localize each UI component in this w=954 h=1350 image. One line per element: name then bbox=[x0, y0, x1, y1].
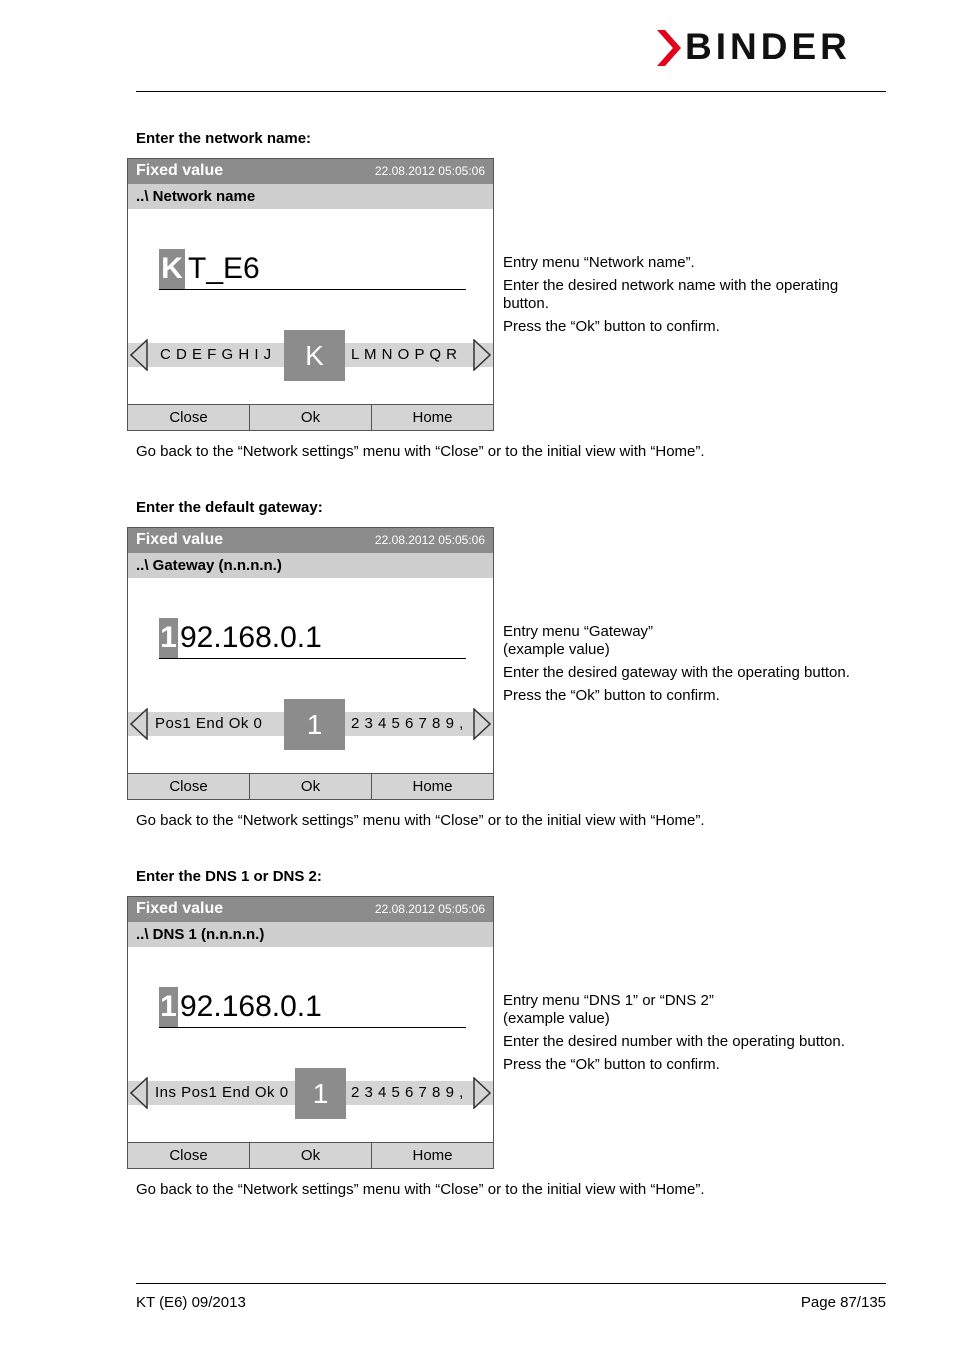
screen-subtitle: ..\ Gateway (n.n.n.n.) bbox=[136, 557, 282, 574]
arrow-right-icon[interactable] bbox=[473, 339, 491, 371]
description-line: Entry menu “DNS 1” or “DNS 2” bbox=[503, 992, 714, 1009]
close-button[interactable]: Close bbox=[128, 405, 250, 430]
screen-title: Fixed value bbox=[136, 531, 224, 548]
controller-screen: Fixed value 22.08.2012 05:05:06 ..\ Netw… bbox=[127, 158, 494, 431]
screen-description: Entry menu “Gateway” (example value) Ent… bbox=[503, 623, 883, 710]
home-button[interactable]: Home bbox=[372, 774, 493, 799]
description-line: Enter the desired network name with the … bbox=[503, 277, 839, 312]
description-line: Press the “Ok” button to confirm. bbox=[503, 1056, 720, 1073]
strip-right-chars: 2 3 4 5 6 7 8 9 , bbox=[351, 1084, 464, 1101]
home-button[interactable]: Home bbox=[372, 1143, 493, 1168]
navigation-note: Go back to the “Network settings” menu w… bbox=[136, 443, 705, 460]
binder-logo-mark-icon bbox=[657, 30, 681, 66]
screen-description: Entry menu “Network name”. Enter the des… bbox=[503, 254, 883, 341]
strip-right-chars: 2 3 4 5 6 7 8 9 , bbox=[351, 715, 464, 732]
strip-left-chars: Pos1 End Ok 0 bbox=[155, 715, 263, 732]
binder-logo: BINDER bbox=[655, 26, 890, 68]
selected-character[interactable]: K bbox=[284, 330, 345, 381]
entry-cursor: K bbox=[159, 249, 185, 289]
document-version: KT (E6) 09/2013 bbox=[136, 1294, 246, 1311]
ok-button[interactable]: Ok bbox=[250, 1143, 372, 1168]
page-number: Page 87/135 bbox=[800, 1294, 886, 1311]
ok-button[interactable]: Ok bbox=[250, 774, 372, 799]
description-line: Press the “Ok” button to confirm. bbox=[503, 318, 720, 335]
entry-value: 92.168.0.1 bbox=[180, 621, 322, 654]
screen-subtitle-bar: ..\ DNS 1 (n.n.n.n.) bbox=[128, 922, 493, 947]
arrow-right-icon[interactable] bbox=[473, 708, 491, 740]
selected-character[interactable]: 1 bbox=[295, 1068, 346, 1119]
footer-rule bbox=[136, 1283, 886, 1284]
controller-screen: Fixed value 22.08.2012 05:05:06 ..\ DNS … bbox=[127, 896, 494, 1169]
screen-button-bar: Close Ok Home bbox=[128, 404, 493, 430]
arrow-left-icon[interactable] bbox=[130, 708, 148, 740]
screen-title-bar: Fixed value 22.08.2012 05:05:06 bbox=[128, 159, 493, 184]
screen-title-bar: Fixed value 22.08.2012 05:05:06 bbox=[128, 897, 493, 922]
strip-left-chars: Ins Pos1 End Ok 0 bbox=[155, 1084, 289, 1101]
close-button[interactable]: Close bbox=[128, 774, 250, 799]
strip-left-chars: C D E F G H I J bbox=[160, 346, 272, 363]
description-line: Entry menu “Gateway” bbox=[503, 623, 654, 640]
brand-name: BINDER bbox=[685, 26, 851, 67]
description-line: (example value) bbox=[503, 641, 610, 658]
arrow-right-icon[interactable] bbox=[473, 1077, 491, 1109]
home-button[interactable]: Home bbox=[372, 405, 493, 430]
description-line: Entry menu “Network name”. bbox=[503, 254, 695, 271]
entry-value: T_E6 bbox=[188, 252, 260, 285]
screen-subtitle: ..\ DNS 1 (n.n.n.n.) bbox=[136, 926, 265, 943]
entry-value: 92.168.0.1 bbox=[180, 990, 322, 1023]
description-line: Enter the desired gateway with the opera… bbox=[503, 664, 850, 681]
navigation-note: Go back to the “Network settings” menu w… bbox=[136, 1181, 705, 1198]
strip-right-chars: L M N O P Q R bbox=[351, 346, 458, 363]
entry-cursor: 1 bbox=[159, 987, 178, 1027]
description-line: Enter the desired number with the operat… bbox=[503, 1033, 845, 1050]
arrow-left-icon[interactable] bbox=[130, 1077, 148, 1109]
screen-subtitle: ..\ Network name bbox=[136, 188, 256, 205]
screen-title: Fixed value bbox=[136, 900, 224, 917]
entry-field[interactable]: 1 92.168.0.1 bbox=[159, 618, 466, 659]
screen-description: Entry menu “DNS 1” or “DNS 2” (example v… bbox=[503, 992, 883, 1079]
screen-datetime: 22.08.2012 05:05:06 bbox=[374, 902, 485, 916]
screen-button-bar: Close Ok Home bbox=[128, 1142, 493, 1168]
ok-button[interactable]: Ok bbox=[250, 405, 372, 430]
entry-field[interactable]: 1 92.168.0.1 bbox=[159, 987, 466, 1028]
description-line: Press the “Ok” button to confirm. bbox=[503, 687, 720, 704]
arrow-left-icon[interactable] bbox=[130, 339, 148, 371]
screen-subtitle-bar: ..\ Gateway (n.n.n.n.) bbox=[128, 553, 493, 578]
navigation-note: Go back to the “Network settings” menu w… bbox=[136, 812, 705, 829]
section-heading: Enter the network name: bbox=[136, 130, 312, 147]
screen-subtitle-bar: ..\ Network name bbox=[128, 184, 493, 209]
screen-datetime: 22.08.2012 05:05:06 bbox=[374, 164, 485, 178]
screen-button-bar: Close Ok Home bbox=[128, 773, 493, 799]
section-heading: Enter the default gateway: bbox=[136, 499, 323, 516]
screen-title: Fixed value bbox=[136, 162, 224, 179]
header-rule bbox=[136, 91, 886, 92]
description-line: (example value) bbox=[503, 1010, 610, 1027]
section-heading: Enter the DNS 1 or DNS 2: bbox=[136, 868, 322, 885]
screen-datetime: 22.08.2012 05:05:06 bbox=[374, 533, 485, 547]
controller-screen: Fixed value 22.08.2012 05:05:06 ..\ Gate… bbox=[127, 527, 494, 800]
entry-field[interactable]: K T_E6 bbox=[159, 249, 466, 290]
close-button[interactable]: Close bbox=[128, 1143, 250, 1168]
selected-character[interactable]: 1 bbox=[284, 699, 345, 750]
entry-cursor: 1 bbox=[159, 618, 178, 658]
screen-title-bar: Fixed value 22.08.2012 05:05:06 bbox=[128, 528, 493, 553]
